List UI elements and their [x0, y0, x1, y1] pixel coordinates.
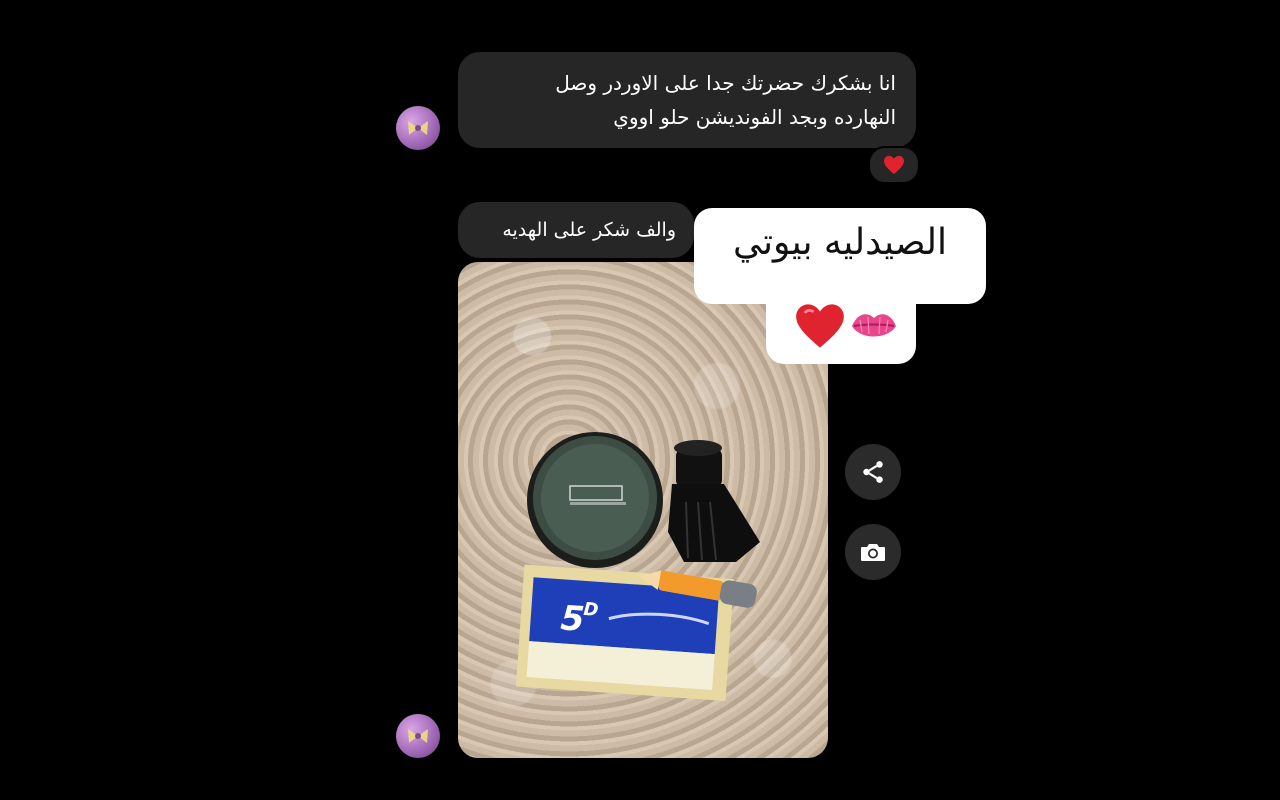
sticker-text: الصيدليه بيوتي — [732, 222, 948, 263]
avatar-bow-icon — [408, 121, 428, 135]
red-heart-icon — [796, 304, 844, 348]
sticker-emojis — [794, 300, 904, 350]
kiss-lips-icon — [852, 314, 896, 337]
avatar-bow-icon — [408, 729, 428, 743]
message-text-line: والف شكر على الهديه — [502, 219, 676, 241]
camera-button[interactable] — [845, 524, 901, 580]
message-text-line: انا بشكرك حضرتك جدا على الاوردر وصل — [555, 71, 896, 95]
share-button[interactable] — [845, 444, 901, 500]
heart-icon — [884, 155, 904, 175]
sender-avatar[interactable] — [396, 106, 440, 150]
brand-sticker: الصيدليه بيوتي — [694, 208, 986, 364]
svg-text:D: D — [583, 599, 599, 621]
message-bubble[interactable]: انا بشكرك حضرتك جدا على الاوردر وصل النه… — [458, 52, 916, 148]
message-reaction[interactable] — [868, 146, 920, 184]
message-bubble[interactable]: والف شكر على الهديه — [458, 202, 694, 258]
share-icon — [863, 461, 883, 483]
chat-screen: انا بشكرك حضرتك جدا على الاوردر وصل النه… — [0, 0, 1280, 800]
sender-avatar[interactable] — [396, 714, 440, 758]
message-text-line: النهارده وبجد الفونديشن حلو اووي — [613, 105, 896, 129]
camera-icon — [861, 544, 885, 561]
